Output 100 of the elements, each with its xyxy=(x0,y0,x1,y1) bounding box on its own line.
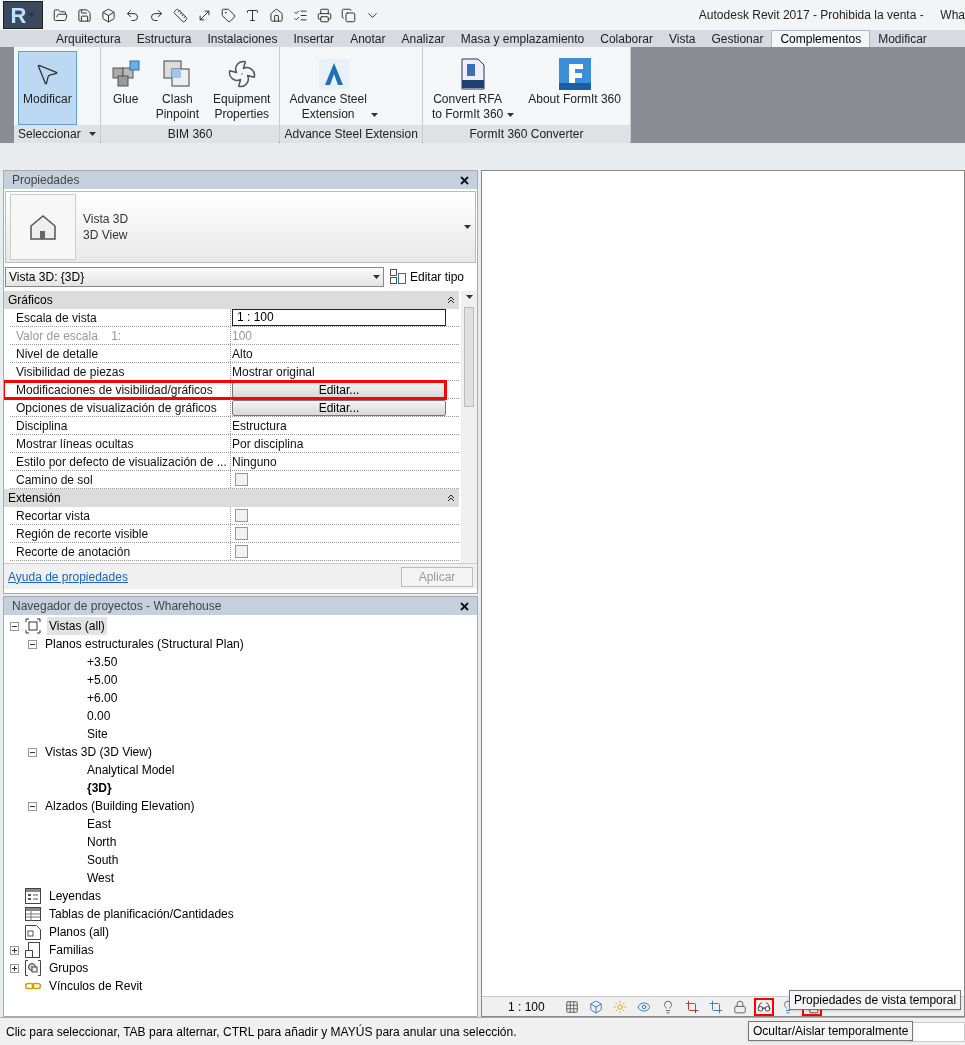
crop-icon[interactable] xyxy=(685,999,699,1014)
folder-icon[interactable] xyxy=(53,7,68,23)
checkbox[interactable] xyxy=(235,473,248,486)
ribbon-tab[interactable]: Colaborar xyxy=(592,30,661,47)
expand-toggle[interactable] xyxy=(10,963,19,973)
property-label: Estilo por defecto de visualización de ... xyxy=(15,454,228,470)
ribbon-tab[interactable]: Estructura xyxy=(128,30,200,47)
dimension-icon[interactable] xyxy=(197,7,212,23)
ribbon-button[interactable]: Modificar xyxy=(18,51,77,125)
caret-icon xyxy=(28,13,36,17)
tag-icon[interactable] xyxy=(221,7,236,23)
ribbon-tab[interactable]: Instalaciones xyxy=(199,30,286,47)
grid-icon[interactable] xyxy=(565,999,579,1014)
group-header[interactable]: Extensión xyxy=(4,489,459,507)
collapse-icon[interactable] xyxy=(447,296,455,304)
ribbon-tab[interactable]: Analizar xyxy=(393,30,453,47)
ribbon-tab[interactable]: Masa y emplazamiento xyxy=(452,30,593,47)
tree-item[interactable]: Familias xyxy=(47,941,96,959)
tree-item[interactable]: Planos estructurales (Structural Plan) xyxy=(43,635,246,653)
type-dropdown-icon xyxy=(464,225,471,229)
panel-title[interactable]: Seleccionar xyxy=(14,125,100,143)
save-icon[interactable] xyxy=(77,7,92,23)
scrollbar[interactable] xyxy=(461,291,477,563)
ribbon-button[interactable]: Glue xyxy=(104,51,147,125)
app-menu-button[interactable]: R xyxy=(3,1,43,29)
checkbox[interactable] xyxy=(235,509,248,522)
scale-readout[interactable]: 1 : 100 xyxy=(508,997,558,1016)
property-value: Mostrar original xyxy=(232,363,315,381)
ribbon-tab[interactable]: Gestionar xyxy=(703,30,772,47)
collapse-icon[interactable] xyxy=(447,494,455,502)
collapse-toggle[interactable] xyxy=(28,747,37,757)
ribbon-tab[interactable]: Arquitectura xyxy=(48,30,129,47)
checkbox[interactable] xyxy=(235,545,248,558)
status-field[interactable] xyxy=(910,1021,965,1042)
tree-item[interactable]: {3D} xyxy=(85,779,114,797)
expand-toggle[interactable] xyxy=(10,945,19,955)
tree-item[interactable]: South xyxy=(85,851,121,869)
property-label: Opciones de visualización de gráficos xyxy=(15,400,218,416)
help-link[interactable]: Ayuda de propiedades xyxy=(8,567,128,586)
house-icon[interactable] xyxy=(269,7,284,23)
tree-item[interactable]: 0.00 xyxy=(85,707,113,725)
caret-icon xyxy=(88,132,96,136)
window-title: Autodesk Revit 2017 - Prohibida la venta - Wha xyxy=(698,7,965,24)
lock-icon[interactable] xyxy=(733,999,747,1014)
tree-item[interactable]: Planos (all) xyxy=(47,923,112,941)
tree-item[interactable]: Vistas (all) xyxy=(47,617,107,635)
collapse-toggle[interactable] xyxy=(28,801,37,811)
text-icon[interactable] xyxy=(245,7,260,23)
panel-title[interactable]: FormIt 360 Converter xyxy=(422,125,630,143)
ribbon-button[interactable]: Convert RFA to FormIt 360 xyxy=(426,51,520,125)
checkbox[interactable] xyxy=(235,527,248,540)
property-label: Modificaciones de visibilidad/gráficos xyxy=(15,382,214,398)
tree-item[interactable]: Grupos xyxy=(47,959,91,977)
tree-item[interactable]: East xyxy=(85,815,113,833)
crop-icon[interactable] xyxy=(709,999,723,1014)
ribbon-tab[interactable]: Vista xyxy=(660,30,704,47)
ribbon-button[interactable]: Advance Steel Extension xyxy=(284,51,383,125)
tree-item[interactable]: +3.50 xyxy=(85,653,120,671)
property-label: Recortar vista xyxy=(15,508,92,524)
scale-field[interactable]: 1 : 100 xyxy=(232,309,446,326)
close-icon[interactable] xyxy=(460,175,469,185)
cube-icon[interactable] xyxy=(101,7,116,23)
panel-title[interactable]: BIM 360 xyxy=(100,125,280,143)
caret-icon xyxy=(370,113,378,117)
tree-item[interactable]: +6.00 xyxy=(85,689,120,707)
undo-icon[interactable] xyxy=(125,7,140,23)
group-header[interactable]: Gráficos xyxy=(4,291,459,309)
panel-title[interactable]: Advance Steel Extension xyxy=(280,125,422,143)
close-icon[interactable] xyxy=(460,601,469,611)
tree-item[interactable]: Vínculos de Revit xyxy=(47,977,145,995)
tree-item[interactable]: Site xyxy=(85,725,110,743)
ribbon-tab[interactable]: Complementos xyxy=(771,30,871,47)
type-subname: 3D View xyxy=(83,227,129,243)
tree-item[interactable]: Alzados (Building Elevation) xyxy=(43,797,197,815)
tree-item[interactable]: +5.00 xyxy=(85,671,120,689)
ribbon-button[interactable]: Clash Pinpoint xyxy=(150,51,205,125)
collapse-toggle[interactable] xyxy=(28,639,37,649)
ribbon-tab[interactable]: Modificar xyxy=(870,30,935,47)
collapse-toggle[interactable] xyxy=(10,621,19,631)
property-label: Visibilidad de piezas xyxy=(15,364,126,380)
property-label: Camino de sol xyxy=(15,472,94,488)
ruler-icon[interactable] xyxy=(173,7,188,23)
ribbon-tab[interactable]: Insertar xyxy=(285,30,343,47)
tree-item[interactable]: Analytical Model xyxy=(85,761,177,779)
windows-icon[interactable] xyxy=(341,7,356,23)
tree-item[interactable]: West xyxy=(85,869,117,887)
ribbon-button[interactable]: About FormIt 360 xyxy=(523,51,626,125)
family-icon xyxy=(25,942,41,958)
tree-item[interactable]: Leyendas xyxy=(47,887,104,905)
scrollbar-thumb[interactable] xyxy=(464,307,474,407)
tree-item[interactable]: Tablas de planificación/Cantidades xyxy=(47,905,236,923)
printer-icon[interactable] xyxy=(317,7,332,23)
redo-icon[interactable] xyxy=(149,7,164,23)
edit-type-button[interactable]: Editar tipo xyxy=(390,268,465,286)
tree-item[interactable]: Vistas 3D (3D View) xyxy=(43,743,154,761)
ribbon-button[interactable]: Equipment Properties xyxy=(208,51,276,125)
ribbon-tab[interactable]: Anotar xyxy=(342,30,394,47)
tree-item[interactable]: North xyxy=(85,833,119,851)
view-selector[interactable]: Vista 3D: {3D} xyxy=(5,267,384,287)
list-icon[interactable] xyxy=(293,7,308,23)
